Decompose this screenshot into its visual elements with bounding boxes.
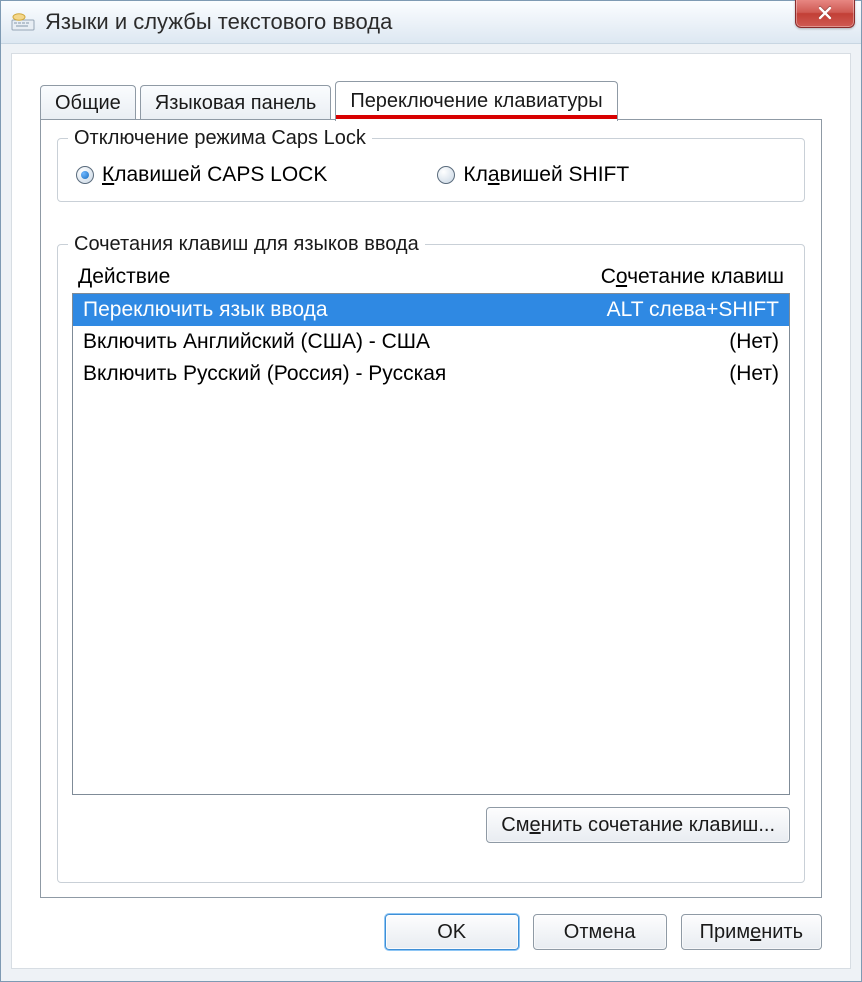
- col-action-header: Действие: [78, 265, 170, 289]
- client-area: Общие Языковая панель Переключение клави…: [11, 53, 851, 969]
- radio-label: Клавишей SHIFT: [463, 163, 629, 187]
- change-hotkey-button[interactable]: Сменить сочетание клавиш...: [486, 807, 790, 843]
- list-item[interactable]: Переключить язык ввода ALT слева+SHIFT: [73, 294, 789, 326]
- group-hotkeys-legend: Сочетания клавиш для языков ввода: [68, 233, 425, 256]
- button-label: Применить: [700, 921, 803, 944]
- tab-active-underline: [336, 115, 616, 119]
- tab-keyboard-switch[interactable]: Переключение клавиатуры: [335, 81, 617, 121]
- tab-label: Переключение клавиатуры: [350, 90, 602, 112]
- col-hotkey-header: Сочетание клавиш: [601, 265, 784, 289]
- tab-label: Языковая панель: [155, 92, 317, 114]
- group-capslock-legend: Отключение режима Caps Lock: [68, 127, 372, 150]
- button-label: Отмена: [564, 921, 636, 944]
- list-item-hotkey: (Нет): [729, 360, 779, 388]
- titlebar: Языки и службы текстового ввода: [1, 1, 861, 44]
- hotkey-column-headers: Действие Сочетание клавиш: [72, 265, 790, 293]
- close-icon: [817, 6, 833, 20]
- radio-dot-icon: [76, 166, 94, 184]
- change-hotkey-row: Сменить сочетание клавиш...: [72, 807, 790, 843]
- dialog-button-row: OK Отмена Применить: [385, 914, 822, 950]
- hotkey-listbox[interactable]: Переключить язык ввода ALT слева+SHIFT В…: [72, 293, 790, 795]
- list-item-hotkey: (Нет): [729, 328, 779, 356]
- list-item[interactable]: Включить Русский (Россия) - Русская (Нет…: [73, 358, 789, 390]
- group-hotkeys: Сочетания клавиш для языков ввода Действ…: [57, 244, 805, 883]
- tab-strip: Общие Языковая панель Переключение клави…: [12, 54, 850, 120]
- tab-label: Общие: [55, 92, 121, 114]
- list-item-action: Включить Русский (Россия) - Русская: [83, 360, 446, 388]
- radio-shift-key[interactable]: Клавишей SHIFT: [437, 163, 629, 187]
- close-button[interactable]: [795, 0, 855, 28]
- list-item[interactable]: Включить Английский (США) - США (Нет): [73, 326, 789, 358]
- list-item-hotkey: ALT слева+SHIFT: [607, 296, 779, 324]
- tab-general[interactable]: Общие: [40, 85, 136, 121]
- list-item-action: Включить Английский (США) - США: [83, 328, 430, 356]
- cancel-button[interactable]: Отмена: [533, 914, 667, 950]
- radio-label: Клавишей CAPS LOCK: [102, 163, 327, 187]
- tab-panel: Отключение режима Caps Lock Клавишей CAP…: [40, 120, 822, 898]
- button-label: Сменить сочетание клавиш...: [501, 814, 775, 837]
- tab-language-bar[interactable]: Языковая панель: [140, 85, 332, 121]
- apply-button[interactable]: Применить: [681, 914, 822, 950]
- ok-button[interactable]: OK: [385, 914, 519, 950]
- window-title: Языки и службы текстового ввода: [45, 9, 857, 35]
- button-label: OK: [437, 921, 466, 944]
- list-item-action: Переключить язык ввода: [83, 296, 328, 324]
- radio-dot-icon: [437, 166, 455, 184]
- dialog-window: Языки и службы текстового ввода Общие Яз…: [0, 0, 862, 982]
- group-capslock: Отключение режима Caps Lock Клавишей CAP…: [57, 138, 805, 202]
- app-icon: [11, 12, 35, 32]
- capslock-radio-row: Клавишей CAPS LOCK Клавишей SHIFT: [72, 157, 790, 189]
- radio-capslock-key[interactable]: Клавишей CAPS LOCK: [76, 163, 327, 187]
